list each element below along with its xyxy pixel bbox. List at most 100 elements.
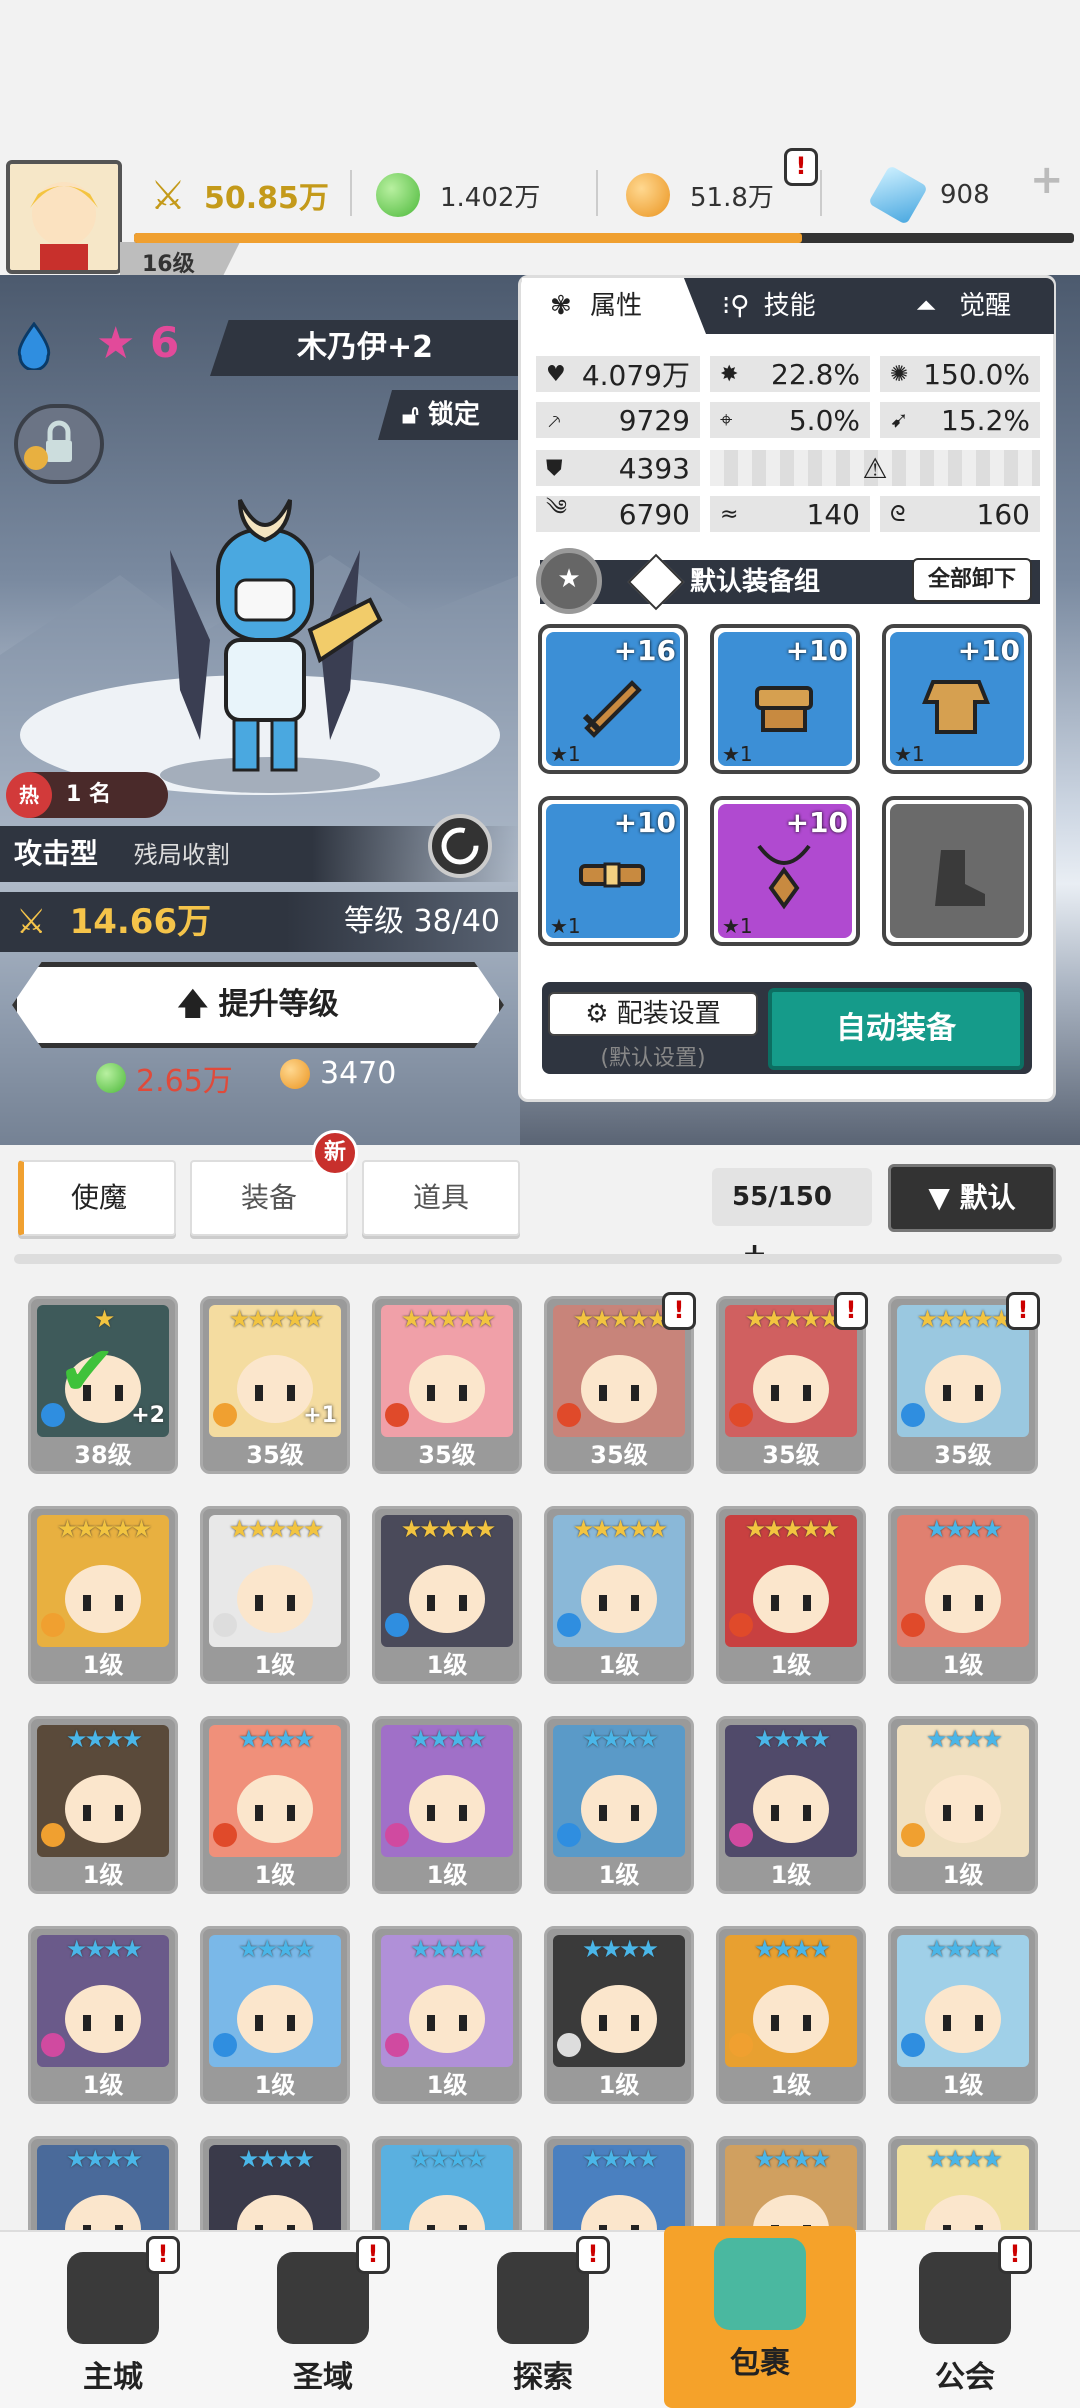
loadout-settings-sub: (默认设置) bbox=[600, 1046, 706, 1071]
hero-stars: ★★★★ bbox=[925, 2145, 1003, 2173]
gear-star: ★1 bbox=[550, 914, 581, 938]
hero-card[interactable]: ★★★★ 1级 bbox=[544, 1716, 694, 1894]
tab-attributes[interactable]: ✾ 属性 bbox=[522, 278, 706, 334]
gear-star: ★1 bbox=[722, 742, 753, 766]
tab-awaken[interactable]: ⏶ 觉醒 bbox=[916, 278, 1046, 334]
hero-card[interactable]: ★★★★★ 35级 bbox=[372, 1296, 522, 1474]
gear-enhance-level: +10 bbox=[785, 806, 848, 839]
hero-level: 35级 bbox=[934, 1441, 992, 1469]
hero-card[interactable]: ★★★★ 1级 bbox=[372, 1716, 522, 1894]
element-icon bbox=[901, 1823, 925, 1847]
hero-card[interactable]: ★★★★★ 1级 bbox=[716, 1506, 866, 1684]
green-gem-icon bbox=[96, 1063, 126, 1093]
alert-icon: ! bbox=[998, 2236, 1032, 2274]
burst-icon: ✸ bbox=[720, 361, 739, 387]
element-icon bbox=[41, 2033, 65, 2057]
hero-card[interactable]: ★★★★ 1级 bbox=[716, 1926, 866, 2104]
cost-green-value: 2.65万 bbox=[136, 1064, 233, 1099]
gear-enhance-level: +16 bbox=[613, 634, 676, 667]
hero-stars: ★★★★ bbox=[925, 1935, 1003, 1963]
nav-bag[interactable]: 包裹 bbox=[664, 2226, 856, 2408]
hero-card[interactable]: ★★★★ 1级 bbox=[888, 1926, 1038, 2104]
add-diamond-icon[interactable]: + bbox=[1030, 160, 1076, 206]
diamond-currency[interactable]: 908 bbox=[867, 164, 990, 226]
power-currency: ⚔ 50.85万 bbox=[150, 168, 329, 222]
player-avatar[interactable] bbox=[6, 160, 122, 274]
hero-stars: ★★★★ bbox=[753, 1725, 831, 1753]
element-icon bbox=[729, 2033, 753, 2057]
tab-skills[interactable]: ⁝⚲ 技能 bbox=[722, 278, 872, 334]
hero-card[interactable]: ★★★★★ +1 35级 bbox=[200, 1296, 350, 1474]
hero-card[interactable]: ★★★★ 1级 bbox=[544, 1926, 694, 2104]
element-icon bbox=[385, 1403, 409, 1427]
gear-slot-helmet[interactable]: +10 ★1 bbox=[710, 624, 860, 774]
upgrade-level-button[interactable]: 🡅︎ 提升等级 bbox=[12, 962, 504, 1048]
hero-stars: ★★★★ bbox=[65, 1935, 143, 1963]
green-currency[interactable]: 1.402万 bbox=[376, 168, 540, 222]
stat-row-4: ༄ 6790 ≈140 ᘓ 160 bbox=[536, 496, 1040, 532]
unequip-all-button[interactable]: 全部卸下 bbox=[912, 558, 1032, 602]
element-icon bbox=[385, 1823, 409, 1847]
skills-icon: ⁝⚲ bbox=[722, 291, 750, 321]
element-icon bbox=[557, 1613, 581, 1637]
hero-card[interactable]: ★★★★ 1级 bbox=[28, 1716, 178, 1894]
lock-icon: 🔓︎ bbox=[402, 400, 419, 430]
hero-stars: 6 bbox=[150, 318, 180, 367]
skin-lock-icon[interactable] bbox=[14, 404, 104, 484]
element-icon bbox=[729, 1613, 753, 1637]
gear-slot-necklace[interactable]: +10 ★1 bbox=[710, 796, 860, 946]
hero-card[interactable]: ★★★★★ 1级 bbox=[544, 1506, 694, 1684]
hero-card[interactable]: ★★★★ 1级 bbox=[716, 1716, 866, 1894]
nav-label: 公会 bbox=[935, 2360, 995, 2395]
hero-card[interactable]: ★★★★ 1级 bbox=[888, 1506, 1038, 1684]
gear-slot-boots-empty[interactable] bbox=[882, 796, 1032, 946]
green-value: 1.402万 bbox=[440, 182, 541, 213]
hero-stars: ★★★★ bbox=[581, 2145, 659, 2173]
tab-skills-label: 技能 bbox=[763, 291, 816, 321]
hero-level: 1级 bbox=[942, 1861, 984, 1889]
hero-card[interactable]: ★★★★ 1级 bbox=[888, 1716, 1038, 1894]
element-icon bbox=[901, 2033, 925, 2057]
stat-crit-value: 22.8% bbox=[771, 357, 860, 391]
hero-stars: ★★★★★ bbox=[400, 1305, 497, 1333]
sort-dropdown[interactable]: ▼ 默认 bbox=[888, 1164, 1056, 1232]
filter-tab-familiars[interactable]: 使魔 bbox=[18, 1160, 176, 1236]
hero-card[interactable]: ★★★★★ 1级 bbox=[200, 1506, 350, 1684]
awaken-icon: ⏶ bbox=[916, 291, 937, 321]
gear-slot-belt[interactable]: +10 ★1 bbox=[538, 796, 688, 946]
hero-stars: ★★★★ bbox=[753, 1935, 831, 1963]
gold-currency[interactable]: 51.8万 bbox=[626, 168, 774, 222]
stat-a: ≈140 bbox=[710, 496, 870, 532]
gear-slot-armor[interactable]: +10 ★1 bbox=[882, 624, 1032, 774]
hero-card[interactable]: ★★★★ 1级 bbox=[200, 1926, 350, 2104]
auto-equip-button[interactable]: 自动装备 bbox=[768, 988, 1024, 1070]
sword-icon bbox=[582, 680, 642, 738]
armor-icon bbox=[922, 680, 990, 734]
element-icon bbox=[901, 1403, 925, 1427]
crossed-swords-icon: ⚔ bbox=[150, 173, 186, 219]
hero-power: 14.66万 bbox=[69, 902, 212, 942]
loadout-settings-button[interactable]: ⚙ 配装设置 bbox=[548, 992, 758, 1036]
hero-level: 35级 bbox=[418, 1441, 476, 1469]
hero-card[interactable]: ★★★★ 1级 bbox=[28, 1926, 178, 2104]
attack-icon: ⸕ bbox=[546, 409, 563, 434]
hero-card[interactable]: ★★★★★ 1级 bbox=[372, 1506, 522, 1684]
hero-card[interactable]: ★★★★★ 1级 bbox=[28, 1506, 178, 1684]
hero-type-label: 攻击型 bbox=[14, 837, 99, 870]
alert-icon: ! bbox=[576, 2236, 610, 2274]
hero-card[interactable]: ★★★★ 1级 bbox=[200, 1716, 350, 1894]
hero-level: 1级 bbox=[426, 2071, 468, 2099]
stat-row-2: ⸕ 9729 ⌖ 5.0% ➹ 15.2% bbox=[536, 402, 1040, 438]
nav-label: 主城 bbox=[83, 2360, 143, 2395]
lock-button[interactable]: 🔓︎ 锁定 bbox=[378, 390, 518, 440]
rank-text: 1 名 bbox=[66, 782, 111, 807]
hero-level: 1级 bbox=[770, 1651, 812, 1679]
hero-plus: +2 bbox=[131, 1403, 165, 1428]
filter-tab-items[interactable]: 道具 bbox=[362, 1160, 520, 1236]
rotate-view-icon[interactable] bbox=[428, 814, 492, 878]
loadout-settings-label: 配装设置 bbox=[616, 999, 721, 1029]
hero-card[interactable]: ★★★★ 1级 bbox=[372, 1926, 522, 2104]
hero-level: 1级 bbox=[598, 1651, 640, 1679]
hero-level: 1级 bbox=[770, 1861, 812, 1889]
gear-slot-sword[interactable]: +16 ★1 bbox=[538, 624, 688, 774]
